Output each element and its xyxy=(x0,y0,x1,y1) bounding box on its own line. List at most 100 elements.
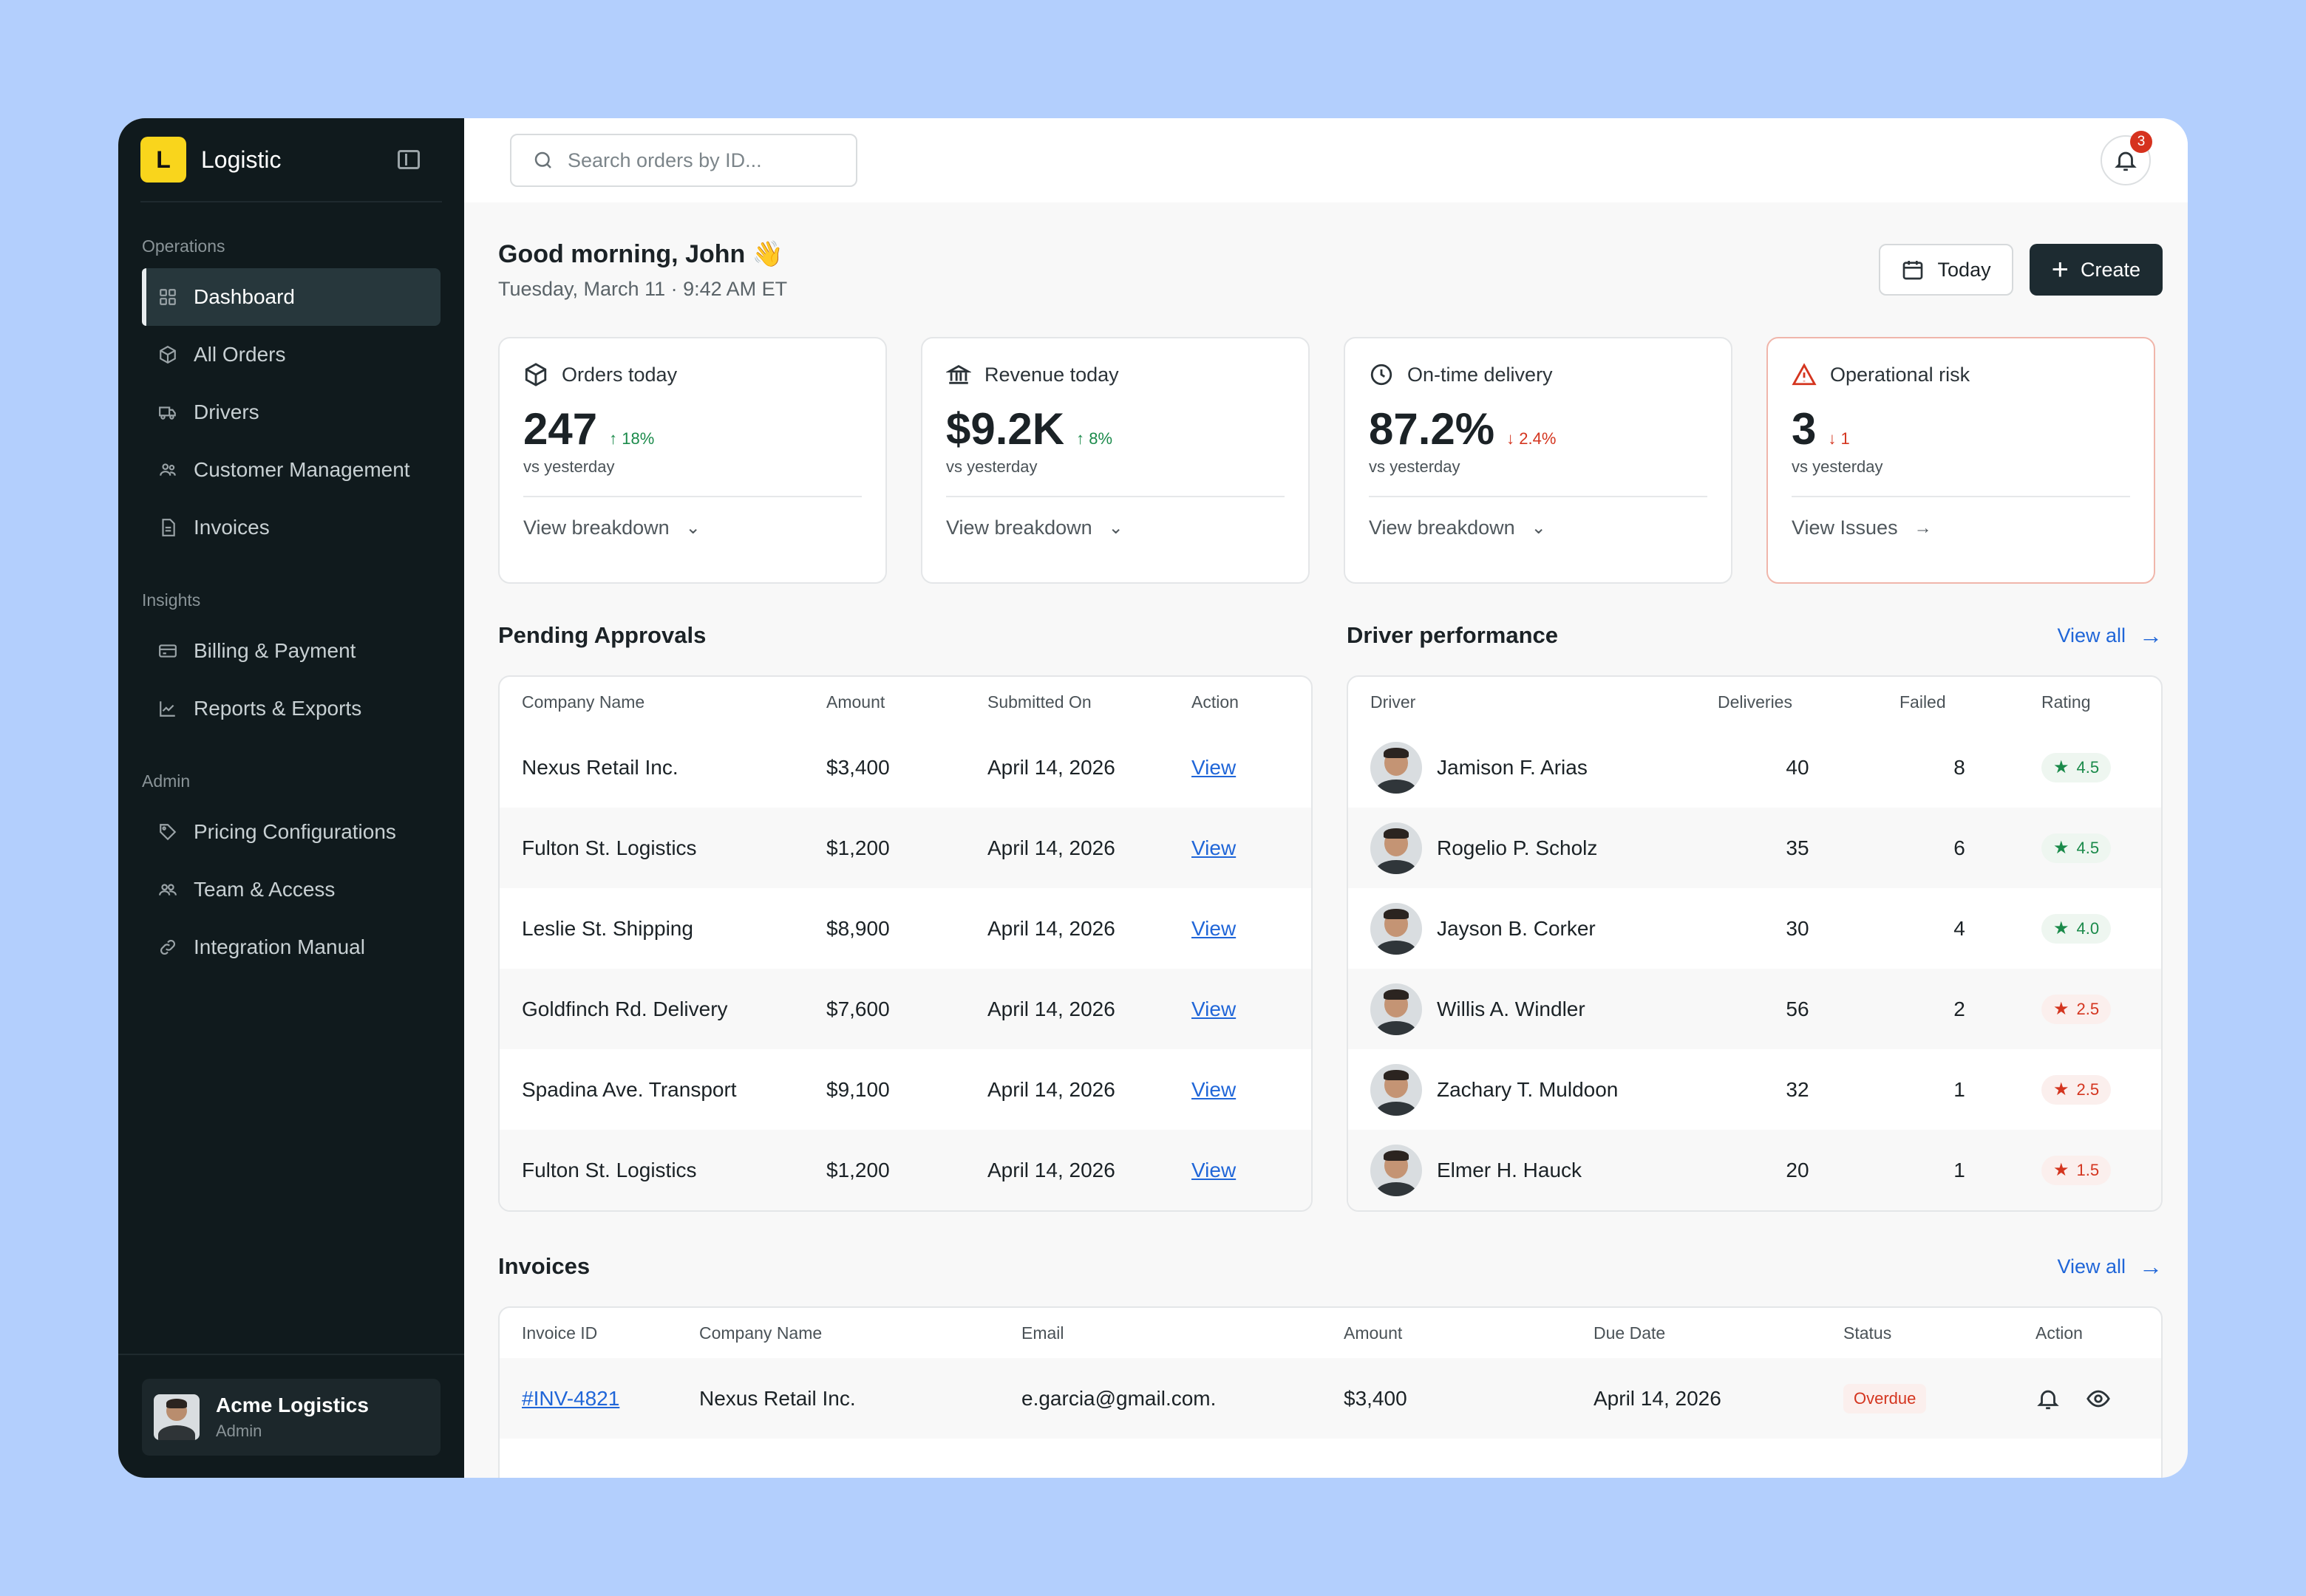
date-cell: April 14, 2026 xyxy=(987,1077,1115,1101)
amount-cell: $1,200 xyxy=(826,1158,890,1181)
table-row: Spadina Ave. Transport $9,100 April 14, … xyxy=(500,1049,1311,1130)
company-cell: Nexus Retail Inc. xyxy=(699,1386,856,1410)
bell-icon[interactable] xyxy=(2035,1386,2061,1411)
brand: L Logistic xyxy=(140,118,442,202)
rating-badge: ★ 2.5 xyxy=(2041,1074,2112,1105)
view-link[interactable]: View xyxy=(1169,756,1236,780)
driver-cell: Jamison F. Arias xyxy=(1348,741,1696,794)
pending-approvals-table: Company Name Amount Submitted On Action … xyxy=(498,675,1313,1212)
deliveries-cell: 32 xyxy=(1786,1077,1809,1101)
sidebar-item-customer-management[interactable]: Customer Management xyxy=(142,441,441,499)
avatar xyxy=(1370,902,1422,955)
sidebar-item-pricing[interactable]: Pricing Configurations xyxy=(142,803,441,861)
driver-name: Willis A. Windler xyxy=(1437,997,1585,1020)
credit-card-icon xyxy=(158,641,177,661)
search-placeholder: Search orders by ID... xyxy=(568,149,762,171)
stat-card-on-time: On-time delivery 87.2% ↓ 2.4% vs yesterd… xyxy=(1344,337,1732,584)
view-link[interactable]: View xyxy=(1169,998,1236,1021)
sidebar-toggle-icon[interactable] xyxy=(398,150,420,169)
brand-name: Logistic xyxy=(201,146,282,173)
create-button[interactable]: + Create xyxy=(2029,244,2163,296)
view-breakdown-link[interactable]: View breakdown ⌄ xyxy=(1369,496,1707,539)
view-all-drivers-link[interactable]: View all → xyxy=(2057,622,2163,649)
failed-cell: 1 xyxy=(1953,1158,1965,1181)
view-breakdown-link[interactable]: View breakdown ⌄ xyxy=(523,496,862,539)
link-icon xyxy=(158,938,177,957)
tag-icon xyxy=(158,822,177,842)
table-row: Rogelio P. Scholz 35 6 ★ 4.5 xyxy=(1348,808,2161,888)
amount-cell: $7,600 xyxy=(826,997,890,1020)
sidebar-item-dashboard[interactable]: Dashboard xyxy=(142,268,441,326)
notifications-button[interactable]: 3 xyxy=(2101,131,2152,185)
sidebar-item-drivers[interactable]: Drivers xyxy=(142,383,441,441)
rating-value: 4.0 xyxy=(2076,918,2100,938)
avatar xyxy=(1370,741,1422,794)
stat-delta: ↑ 8% xyxy=(1076,429,1113,448)
bell-icon xyxy=(2115,151,2137,171)
date-cell: April 14, 2026 xyxy=(987,755,1115,779)
chart-line-icon xyxy=(158,699,177,718)
stat-title: Operational risk xyxy=(1830,363,1970,386)
warning-icon xyxy=(1792,363,1817,386)
sidebar: L Logistic Operations Dashboard All Orde… xyxy=(118,118,464,1478)
avatar xyxy=(1370,822,1422,874)
table-row: Goldfinch Rd. Delivery $7,600 April 14, … xyxy=(500,969,1311,1049)
invoice-id-link[interactable]: #INV-4821 xyxy=(500,1387,677,1411)
rating-value: 1.5 xyxy=(2076,1160,2100,1179)
driver-name: Jayson B. Corker xyxy=(1437,916,1596,940)
sidebar-item-reports[interactable]: Reports & Exports xyxy=(142,680,441,737)
driver-cell: Elmer H. Hauck xyxy=(1348,1144,1696,1196)
grid-icon xyxy=(158,287,177,307)
sidebar-item-label: Integration Manual xyxy=(194,935,365,958)
stat-subtext: vs yesterday xyxy=(946,457,1038,476)
view-link[interactable]: View xyxy=(1169,1159,1236,1182)
search-input[interactable]: Search orders by ID... xyxy=(510,134,857,187)
driver-name: Zachary T. Muldoon xyxy=(1437,1077,1619,1101)
stat-delta: ↓ 1 xyxy=(1828,429,1850,448)
view-link[interactable]: View xyxy=(1169,1078,1236,1102)
team-icon xyxy=(158,880,177,899)
table-row: Zachary T. Muldoon 32 1 ★ 2.5 xyxy=(1348,1049,2161,1130)
deliveries-cell: 20 xyxy=(1786,1158,1809,1181)
sidebar-item-integration[interactable]: Integration Manual xyxy=(142,918,441,976)
driver-cell: Jayson B. Corker xyxy=(1348,902,1696,955)
column-header: Action xyxy=(2035,1323,2083,1343)
today-button[interactable]: Today xyxy=(1878,244,2013,296)
invoices-panel: Invoices View all → Invoice ID Company Na… xyxy=(498,1252,2163,1478)
account-switcher[interactable]: Acme Logistics Admin xyxy=(142,1379,441,1456)
stat-link-label: View breakdown xyxy=(523,516,670,539)
failed-cell: 2 xyxy=(1953,997,1965,1020)
stat-subtext: vs yesterday xyxy=(1369,457,1460,476)
amount-cell: $3,400 xyxy=(1344,1386,1407,1410)
arrow-right-icon: → xyxy=(1914,517,1932,538)
column-header: Company Name xyxy=(699,1323,823,1343)
amount-cell: $1,200 xyxy=(826,836,890,859)
sidebar-item-label: Reports & Exports xyxy=(194,697,362,720)
sidebar-item-label: Billing & Payment xyxy=(194,639,356,662)
company-cell: Fulton St. Logistics xyxy=(522,1158,697,1181)
table-row: Fulton St. Logistics $1,200 April 14, 20… xyxy=(500,1130,1311,1210)
view-link[interactable]: View xyxy=(1169,836,1236,860)
users-icon xyxy=(158,460,177,480)
sidebar-item-all-orders[interactable]: All Orders xyxy=(142,326,441,383)
rating-value: 2.5 xyxy=(2076,1080,2100,1099)
date-cell: April 14, 2026 xyxy=(987,916,1115,940)
notification-badge: 3 xyxy=(2130,131,2152,153)
eye-icon[interactable] xyxy=(2086,1386,2111,1411)
view-issues-link[interactable]: View Issues → xyxy=(1792,496,2130,539)
view-link[interactable]: View xyxy=(1169,917,1236,941)
stat-subtext: vs yesterday xyxy=(523,457,615,476)
amount-cell: $8,900 xyxy=(826,916,890,940)
sidebar-item-billing[interactable]: Billing & Payment xyxy=(142,622,441,680)
sidebar-item-team[interactable]: Team & Access xyxy=(142,861,441,918)
view-breakdown-link[interactable]: View breakdown ⌄ xyxy=(946,496,1285,539)
panel-title: Invoices xyxy=(498,1253,591,1279)
view-all-invoices-link[interactable]: View all → xyxy=(2057,1253,2163,1280)
stat-title: Revenue today xyxy=(984,363,1119,386)
chevron-down-icon: ⌄ xyxy=(1108,518,1123,538)
account-name: Acme Logistics xyxy=(216,1394,369,1416)
rating-value: 2.5 xyxy=(2076,999,2100,1018)
stat-subtext: vs yesterday xyxy=(1792,457,1883,476)
sidebar-item-invoices[interactable]: Invoices xyxy=(142,499,441,556)
search-icon xyxy=(534,151,551,168)
